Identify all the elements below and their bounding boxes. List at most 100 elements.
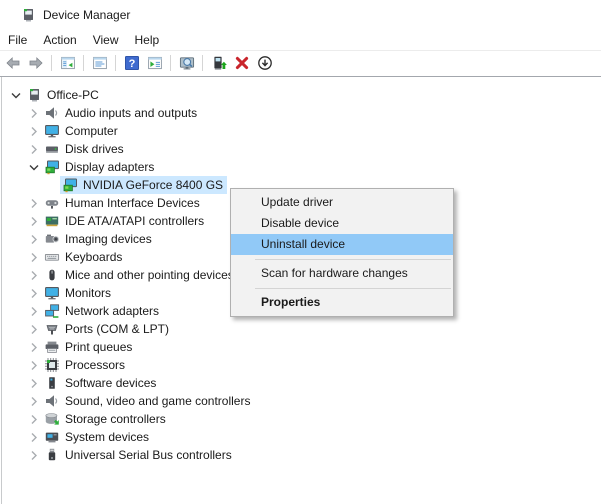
- chevron-collapsed-icon[interactable]: [26, 357, 42, 373]
- disable-device-button[interactable]: [254, 53, 275, 74]
- menu-item-scan-for-hardware-changes[interactable]: Scan for hardware changes: [231, 263, 453, 284]
- monitor-magnifier-icon: [179, 55, 195, 71]
- tree-item-label: Mice and other pointing devices: [65, 266, 234, 284]
- svg-text:?: ?: [128, 58, 135, 70]
- tree-item-storage-controllers[interactable]: Storage controllers: [0, 410, 601, 428]
- title-bar: Device Manager: [0, 0, 601, 30]
- tree-item-label: Sound, video and game controllers: [65, 392, 250, 410]
- update-driver-button[interactable]: [208, 53, 229, 74]
- tree-item-computer[interactable]: Computer: [0, 122, 601, 140]
- arrow-right-icon: [28, 55, 44, 71]
- tree-item-label: Imaging devices: [65, 230, 152, 248]
- back-button[interactable]: [2, 53, 23, 74]
- chevron-collapsed-icon[interactable]: [26, 375, 42, 391]
- menu-item-properties[interactable]: Properties: [231, 292, 453, 313]
- chevron-collapsed-icon[interactable]: [26, 231, 42, 247]
- storage-controller-icon: [44, 411, 60, 427]
- chevron-collapsed-icon[interactable]: [26, 447, 42, 463]
- toolbar-separator: [115, 55, 116, 71]
- chevron-expanded-icon[interactable]: [26, 159, 42, 175]
- hid-icon: [44, 195, 60, 211]
- chevron-collapsed-icon[interactable]: [26, 123, 42, 139]
- device-manager-icon: [20, 7, 36, 23]
- properties-window-icon: [92, 55, 108, 71]
- processor-icon: [44, 357, 60, 373]
- tree-item-label: Network adapters: [65, 302, 159, 320]
- toolbar-separator: [170, 55, 171, 71]
- menu-file[interactable]: File: [0, 31, 35, 49]
- monitor-icon: [44, 285, 60, 301]
- tree-item-label: Computer: [65, 122, 118, 140]
- chevron-collapsed-icon[interactable]: [26, 339, 42, 355]
- tree-item-label: Audio inputs and outputs: [65, 104, 197, 122]
- circle-down-arrow-icon: [257, 55, 273, 71]
- chevron-collapsed-icon[interactable]: [26, 411, 42, 427]
- speaker-icon: [44, 105, 60, 121]
- chevron-collapsed-icon[interactable]: [26, 321, 42, 337]
- forward-button[interactable]: [25, 53, 46, 74]
- tree-item-software-devices[interactable]: Software devices: [0, 374, 601, 392]
- tree-item-ports-com-lpt[interactable]: Ports (COM & LPT): [0, 320, 601, 338]
- properties-button[interactable]: [89, 53, 110, 74]
- display-adapter-icon: [44, 159, 60, 175]
- menu-action[interactable]: Action: [35, 31, 84, 49]
- tree-item-label: Display adapters: [65, 158, 154, 176]
- menu-separator: [255, 259, 451, 260]
- tree-item-disk-drives[interactable]: Disk drives: [0, 140, 601, 158]
- context-menu: Update driver Disable device Uninstall d…: [230, 188, 454, 317]
- chevron-expanded-icon[interactable]: [8, 87, 24, 103]
- toolbar: ?: [0, 50, 601, 75]
- tree-item-sound-video-and-game-controllers[interactable]: Sound, video and game controllers: [0, 392, 601, 410]
- tree-item-label: Print queues: [65, 338, 132, 356]
- tree-item-label: IDE ATA/ATAPI controllers: [65, 212, 204, 230]
- menu-help[interactable]: Help: [127, 31, 168, 49]
- menu-bar: File Action View Help: [0, 30, 601, 50]
- mouse-icon: [44, 267, 60, 283]
- chevron-collapsed-icon[interactable]: [26, 429, 42, 445]
- disk-drive-icon: [44, 141, 60, 157]
- tree-item-label: Processors: [65, 356, 125, 374]
- tree-item-audio-inputs-and-outputs[interactable]: Audio inputs and outputs: [0, 104, 601, 122]
- menu-item-uninstall-device[interactable]: Uninstall device: [231, 234, 453, 255]
- tree-item-label: Ports (COM & LPT): [65, 320, 169, 338]
- chevron-collapsed-icon[interactable]: [26, 213, 42, 229]
- network-adapter-icon: [44, 303, 60, 319]
- chevron-collapsed-icon[interactable]: [26, 285, 42, 301]
- software-device-icon: [44, 375, 60, 391]
- tree-item-display-adapters[interactable]: Display adapters: [0, 158, 601, 176]
- chevron-collapsed-icon[interactable]: [26, 141, 42, 157]
- tree-item-universal-serial-bus-controllers[interactable]: Universal Serial Bus controllers: [0, 446, 601, 464]
- tree-item-system-devices[interactable]: System devices: [0, 428, 601, 446]
- ide-controller-icon: [44, 213, 60, 229]
- toolbar-separator: [83, 55, 84, 71]
- menu-view[interactable]: View: [85, 31, 127, 49]
- tree-item-label: Software devices: [65, 374, 156, 392]
- chevron-collapsed-icon[interactable]: [26, 267, 42, 283]
- tree-item-processors[interactable]: Processors: [0, 356, 601, 374]
- speaker-icon: [44, 393, 60, 409]
- help-icon: ?: [124, 55, 140, 71]
- tree-item-print-queues[interactable]: Print queues: [0, 338, 601, 356]
- printer-icon: [44, 339, 60, 355]
- tree-item-label: NVIDIA GeForce 8400 GS: [83, 176, 223, 194]
- system-device-icon: [44, 429, 60, 445]
- tree-item-office-pc[interactable]: Office-PC: [0, 86, 601, 104]
- uninstall-device-button[interactable]: [231, 53, 252, 74]
- tree-item-label: Keyboards: [65, 248, 122, 266]
- chevron-collapsed-icon[interactable]: [26, 105, 42, 121]
- pc-green-arrow-icon: [211, 55, 227, 71]
- tree-item-label: Monitors: [65, 284, 111, 302]
- chevron-collapsed-icon[interactable]: [26, 195, 42, 211]
- toolbar-separator: [202, 55, 203, 71]
- scan-for-hardware-changes-button[interactable]: [176, 53, 197, 74]
- chevron-collapsed-icon[interactable]: [26, 303, 42, 319]
- window-title: Device Manager: [43, 7, 130, 23]
- chevron-collapsed-icon[interactable]: [26, 393, 42, 409]
- chevron-collapsed-icon[interactable]: [26, 249, 42, 265]
- show-hide-action-pane-button[interactable]: [144, 53, 165, 74]
- help-button[interactable]: ?: [121, 53, 142, 74]
- port-icon: [44, 321, 60, 337]
- show-hide-console-tree-button[interactable]: [57, 53, 78, 74]
- menu-item-disable-device[interactable]: Disable device: [231, 213, 453, 234]
- menu-item-update-driver[interactable]: Update driver: [231, 192, 453, 213]
